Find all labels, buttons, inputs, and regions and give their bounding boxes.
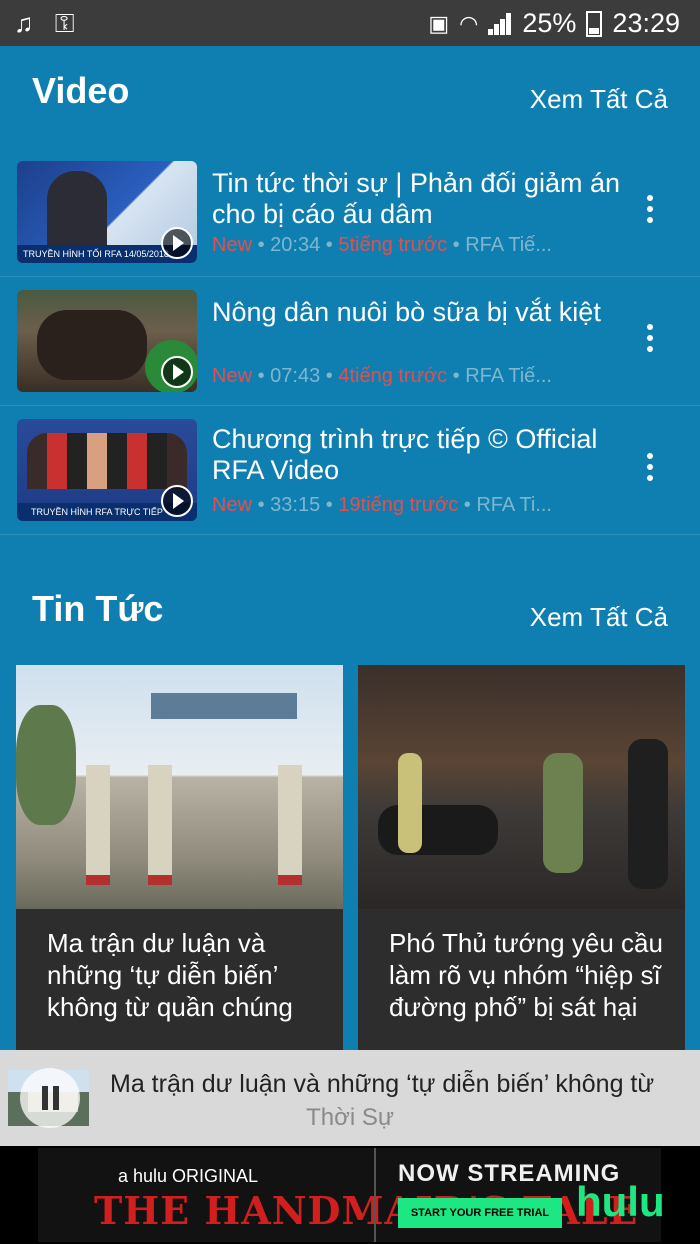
more-options-icon[interactable]: [640, 190, 660, 228]
video-meta: New • 20:34 • 5tiếng trước • RFA Tiế...: [212, 234, 552, 256]
video-age: 4tiếng trước: [338, 365, 448, 387]
wifi-icon: ◠: [459, 10, 479, 36]
gate-pillar: [86, 765, 110, 885]
news-image: [16, 665, 343, 909]
news-section-title: Tin Tức: [32, 588, 164, 629]
video-source: RFA Tiế...: [465, 234, 552, 256]
video-title: Nông dân nuôi bò sữa bị vắt kiệt: [212, 297, 601, 327]
video-title: Tin tức thời sự | Phản đối giảm án cho b…: [212, 168, 621, 229]
news-card[interactable]: Phó Thủ tướng yêu cầu làm rõ vụ nhóm “hi…: [358, 665, 685, 1050]
video-list-item[interactable]: TRUYỀN HÌNH RFA TRỰC TIẾP Chương trình t…: [0, 406, 700, 535]
ad-divider: [374, 1148, 376, 1242]
battery-percent: 25%: [522, 8, 577, 38]
signal-icon: [488, 12, 512, 35]
video-age: 19tiếng trước: [338, 494, 459, 516]
video-age: 5tiếng trước: [338, 234, 448, 256]
status-left-icons: ♫ ⚿: [14, 8, 89, 40]
video-list-item[interactable]: TRUYỀN HÌNH TỐI RFA 14/05/2018 Tin tức t…: [0, 148, 700, 277]
video-meta: New • 33:15 • 19tiếng trước • RFA Ti...: [212, 494, 552, 516]
new-badge: New: [212, 365, 253, 387]
news-image: [358, 665, 685, 909]
clock: 23:29: [612, 8, 680, 38]
presenters-figure: [27, 433, 187, 489]
video-meta: New • 07:43 • 4tiếng trước • RFA Tiế...: [212, 365, 552, 387]
ad-creative[interactable]: a hulu ORIGINAL THE HANDMAID'S TALE NOW …: [38, 1148, 665, 1242]
video-thumbnail: TRUYỀN HÌNH TỐI RFA 14/05/2018: [17, 161, 197, 263]
video-see-all-link[interactable]: Xem Tất Cả: [530, 84, 668, 115]
officer-figure: [398, 753, 422, 853]
mini-player[interactable]: Ma trận dư luận và những ‘tự diễn biến’ …: [0, 1050, 700, 1146]
news-card[interactable]: Ma trận dư luận và những ‘tự diễn biến’ …: [16, 665, 343, 1050]
play-icon: [161, 227, 193, 259]
news-card-title: Ma trận dư luận và những ‘tự diễn biến’ …: [47, 928, 293, 1022]
ad-brand-small: a hulu ORIGINAL: [118, 1166, 259, 1186]
gate-sign: [151, 693, 297, 719]
video-list-item[interactable]: Nông dân nuôi bò sữa bị vắt kiệt New • 0…: [0, 277, 700, 406]
battery-saver-icon: ▣: [428, 10, 450, 36]
more-options-icon[interactable]: [640, 448, 660, 486]
mini-player-category: Thời Sự: [306, 1104, 394, 1131]
video-thumbnail: TRUYỀN HÌNH RFA TRỰC TIẾP: [17, 419, 197, 521]
new-badge: New: [212, 234, 253, 256]
play-icon: [161, 356, 193, 388]
gate-pillar: [278, 765, 302, 885]
news-card-title: Phó Thủ tướng yêu cầu làm rõ vụ nhóm “hi…: [389, 928, 663, 1022]
status-right: ▣ ◠ 25% 23:29: [428, 8, 680, 39]
news-see-all-link[interactable]: Xem Tất Cả: [530, 602, 668, 633]
mini-player-title: Ma trận dư luận và những ‘tự diễn biến’ …: [110, 1070, 655, 1098]
video-section-title: Video: [32, 70, 130, 111]
play-icon: [161, 485, 193, 517]
key-icon: ⚿: [54, 8, 75, 38]
status-bar: ♫ ⚿ ▣ ◠ 25% 23:29: [0, 0, 700, 46]
more-options-icon[interactable]: [640, 319, 660, 357]
officer-figure: [543, 753, 583, 873]
motorbike: [378, 805, 498, 855]
news-section-header: Tin Tức Xem Tất Cả: [0, 588, 700, 648]
video-section-header: Video Xem Tất Cả: [0, 70, 700, 130]
video-duration: 20:34: [270, 234, 321, 256]
new-badge: New: [212, 494, 253, 516]
music-note-icon: ♫: [14, 8, 34, 38]
ad-cta-button[interactable]: START YOUR FREE TRIAL: [398, 1198, 562, 1228]
tree: [16, 705, 76, 825]
video-source: RFA Ti...: [476, 494, 552, 516]
anchor-figure: [47, 171, 107, 249]
video-duration: 07:43: [270, 365, 321, 387]
ad-logo: hulu: [576, 1178, 665, 1225]
gate-pillar: [148, 765, 172, 885]
ad-banner[interactable]: a hulu ORIGINAL THE HANDMAID'S TALE NOW …: [0, 1146, 700, 1244]
video-duration: 33:15: [270, 494, 321, 516]
person-figure: [628, 739, 668, 889]
battery-icon: [586, 10, 603, 37]
cow-figure: [37, 310, 147, 380]
video-source: RFA Tiế...: [465, 365, 552, 387]
video-title: Chương trình trực tiếp © Official RFA Vi…: [212, 424, 598, 485]
video-thumbnail: [17, 290, 197, 392]
